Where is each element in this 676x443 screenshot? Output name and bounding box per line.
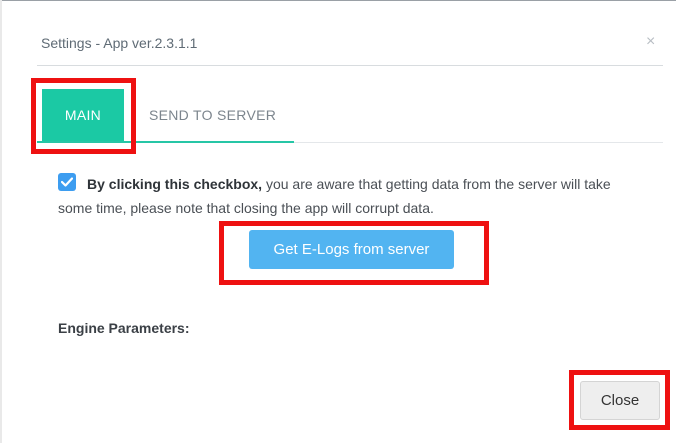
consent-notice: By clicking this checkbox, you are aware… (58, 172, 648, 220)
window-left-edge (0, 0, 2, 443)
window-top-border (0, 0, 676, 1)
header-divider (37, 65, 663, 66)
consent-checkbox[interactable] (58, 173, 76, 191)
close-button[interactable]: Close (580, 381, 660, 420)
notice-bold-text: By clicking this checkbox, (87, 176, 263, 192)
tab-send-to-server[interactable]: SEND TO SERVER (149, 107, 276, 123)
tab-main[interactable]: MAIN (42, 89, 124, 141)
dialog-title: Settings - App ver.2.3.1.1 (41, 35, 198, 51)
checkmark-icon (61, 177, 73, 187)
active-tab-indicator (37, 141, 294, 143)
get-e-logs-button[interactable]: Get E-Logs from server (249, 230, 454, 269)
close-icon[interactable]: × (646, 34, 655, 50)
engine-parameters-label: Engine Parameters: (58, 320, 190, 336)
